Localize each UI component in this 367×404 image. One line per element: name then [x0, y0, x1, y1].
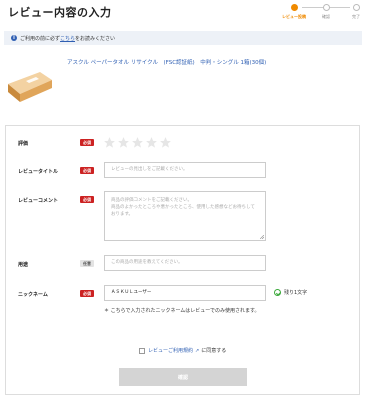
resize-handle-icon[interactable] [260, 235, 264, 239]
star-icon[interactable] [159, 136, 172, 149]
nickname-counter: 残り1文字 [274, 289, 307, 296]
star-icon[interactable] [103, 136, 116, 149]
confirm-button[interactable]: 確認 [119, 368, 247, 386]
notice-link[interactable]: こちら [60, 35, 75, 42]
terms-link[interactable]: レビューご利用規約 [148, 347, 193, 354]
placeholder-line: 商品の評価コメントをご記載ください。 [111, 198, 192, 203]
optional-badge: 任意 [80, 260, 94, 267]
required-badge: 必須 [80, 290, 94, 297]
review-comment-textarea[interactable]: 商品の評価コメントをご記載ください。 商品のよかったところや悪かったところ、使用… [104, 191, 266, 241]
nickname-input[interactable]: ＡＳＫＵＬユーザー [104, 285, 266, 301]
step-label: レビュー投稿 [282, 14, 306, 19]
placeholder-line: 商品のよかったところや悪かったところ、使用した感想などお待ちしております。 [111, 205, 255, 217]
usage-input[interactable]: この商品の用途を教えてください。 [104, 255, 266, 271]
rating-label: 評価 [18, 141, 29, 147]
step-dot-active [290, 4, 298, 11]
step-review-post: レビュー投稿 [279, 4, 309, 20]
check-circle-icon [274, 289, 281, 296]
review-title-label: レビュータイトル [18, 169, 59, 175]
counter-text: 残り1文字 [284, 290, 308, 296]
info-icon: i [11, 35, 17, 41]
step-confirm: 確認 [311, 4, 341, 20]
review-title-input[interactable]: レビューの見出しをご記載ください。 [104, 162, 266, 178]
agreement-row: レビューご利用規約 ↗ に同意する [139, 347, 226, 354]
star-icon[interactable] [131, 136, 144, 149]
step-dot [322, 4, 330, 11]
nickname-label: ニックネーム [18, 292, 48, 298]
page-title: レビュー内容の入力 [8, 6, 112, 19]
star-icon[interactable] [117, 136, 130, 149]
review-comment-label: レビューコメント [18, 198, 59, 204]
step-complete: 完了 [341, 4, 367, 20]
agreement-suffix: に同意する [201, 348, 227, 354]
product-image [8, 72, 52, 102]
notice-prefix: ご利用の前に必ず [20, 35, 61, 42]
required-badge: 必須 [80, 196, 94, 203]
product-name[interactable]: アスクル ペーパータオル リサイクル (FSC認証紙) 中判・シングル 1箱(3… [67, 58, 266, 66]
agree-checkbox[interactable] [139, 347, 145, 354]
required-badge: 必須 [80, 139, 94, 146]
required-badge: 必須 [80, 167, 94, 174]
progress-steps: レビュー投稿 確認 完了 [282, 4, 362, 24]
step-dot [352, 4, 360, 11]
step-label: 確認 [322, 14, 330, 19]
rating-stars[interactable] [103, 136, 172, 149]
step-label: 完了 [352, 14, 360, 19]
external-link-icon: ↗ [195, 347, 200, 354]
notice-suffix: をお読みください [75, 35, 116, 42]
usage-label: 用途 [18, 262, 29, 268]
nickname-note: ＊ こちらで入力されたニックネームはレビューでのみ使用されます。 [104, 308, 260, 314]
notice-bar: i ご利用の前に必ず こちら をお読みください [4, 31, 362, 45]
star-icon[interactable] [145, 136, 158, 149]
